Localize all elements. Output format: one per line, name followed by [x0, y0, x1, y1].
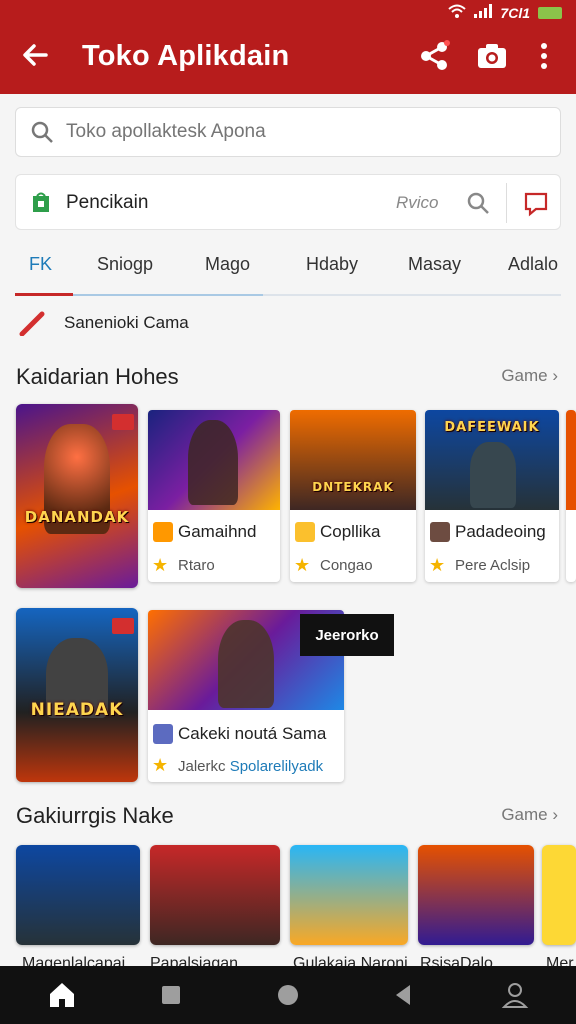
tab-adlalo[interactable]: Adlalo: [508, 254, 558, 275]
profile-icon[interactable]: [500, 980, 530, 1010]
store-icon: [33, 192, 49, 212]
game-thumbnail: DAFEEWAIK: [425, 410, 559, 510]
search-icon: [31, 121, 53, 143]
search-box[interactable]: [15, 107, 561, 157]
game-card[interactable]: Gamaihnd ★ Rtaro: [148, 410, 280, 582]
hero-figure: [470, 442, 516, 508]
battery-icon: [538, 6, 562, 19]
filter-label: Pencikain: [66, 192, 149, 213]
camera-icon[interactable]: [476, 40, 508, 72]
section-title: Gakiurrgis Nake: [16, 803, 174, 828]
section-more-link[interactable]: Game ›: [501, 366, 558, 386]
divider: [506, 183, 507, 223]
page-title: Toko Aplikdain: [82, 40, 290, 72]
section-title: Kaidarian Hohes: [16, 364, 179, 389]
hero-figure: [188, 420, 238, 505]
back-arrow-icon[interactable]: [18, 38, 52, 72]
filter-bar[interactable]: Pencikain Rvico: [15, 174, 561, 230]
app-icon: [430, 522, 450, 542]
badge-icon: [112, 618, 134, 634]
game-name: Padadeoing: [455, 522, 546, 541]
game-cover-large[interactable]: DANANDAK: [16, 404, 138, 588]
app-icon: [153, 522, 173, 542]
game-cover[interactable]: [290, 845, 408, 945]
home-circle-icon[interactable]: [273, 980, 303, 1010]
filter-side-text: Rvico: [396, 193, 439, 212]
cover-title: DNTEKRAK: [312, 480, 394, 494]
cover-title: DAFEEWAIK: [444, 420, 540, 435]
tab-hdaby[interactable]: Hdaby: [306, 254, 358, 275]
active-tab-indicator: [15, 293, 73, 296]
game-card-peek[interactable]: [566, 410, 576, 582]
clock: 7Cl1: [500, 4, 530, 21]
section-more-label: Game: [501, 366, 548, 385]
tab-bar: FK Sniogp Mago Hdaby Masay Adlalo: [15, 240, 561, 296]
cover-title: DANANDAK: [24, 508, 130, 526]
star-icon: ★: [429, 555, 446, 575]
promo-text: Sanenioki Cama: [64, 313, 189, 332]
app-icon: [295, 522, 315, 542]
game-name: Cakeki noutá Sama: [178, 724, 327, 743]
share-icon[interactable]: [418, 40, 450, 72]
game-subtitle: Rtaro: [178, 557, 215, 574]
game-name: Copllika: [320, 522, 381, 541]
game-subtitle-text: Jalerkc: [178, 758, 226, 775]
game-name: Gamaihnd: [178, 522, 257, 541]
game-cover-large[interactable]: NIEADAK: [16, 608, 138, 782]
game-subtitle: Pere Aclsip: [455, 557, 531, 574]
search-input[interactable]: [66, 121, 526, 143]
home-icon[interactable]: [47, 980, 77, 1010]
badge-icon: [112, 414, 134, 430]
game-cover[interactable]: [150, 845, 280, 945]
game-thumbnail: [566, 410, 576, 510]
more-vert-icon[interactable]: [528, 40, 560, 72]
pencil-icon: [19, 311, 45, 336]
floating-logo-tile[interactable]: Jeerorko: [300, 614, 394, 656]
status-bar: 7Cl1: [448, 4, 562, 21]
section-more-label: Game: [501, 805, 548, 824]
hero-figure: [218, 620, 274, 708]
game-cover[interactable]: [418, 845, 534, 945]
game-thumbnail: DNTEKRAK: [290, 410, 416, 510]
star-icon: ★: [152, 555, 169, 575]
wifi-icon: [448, 4, 467, 21]
tab-mago[interactable]: Mago: [205, 254, 250, 275]
star-icon: ★: [294, 555, 311, 575]
tab-scroll-indicator: [73, 294, 263, 296]
tab-sniogp[interactable]: Sniogp: [97, 254, 153, 275]
signal-icon: [474, 4, 493, 21]
message-icon[interactable]: [523, 191, 549, 217]
back-triangle-icon[interactable]: [388, 980, 418, 1010]
game-card[interactable]: DNTEKRAK Copllika ★ Congao: [290, 410, 416, 582]
tab-fk[interactable]: FK: [29, 254, 52, 275]
tab-masay[interactable]: Masay: [408, 254, 461, 275]
game-subtitle: Jalerkc Spolarelilyadk: [178, 758, 323, 775]
recents-square-icon[interactable]: [156, 980, 186, 1010]
game-cover[interactable]: [16, 845, 140, 945]
app-icon: [153, 724, 173, 744]
game-card[interactable]: DAFEEWAIK Padadeoing ★ Pere Aclsip: [425, 410, 559, 582]
promo-banner[interactable]: Sanenioki Cama: [18, 308, 189, 338]
game-cover[interactable]: [542, 845, 576, 945]
game-subtitle: Congao: [320, 557, 373, 574]
app-bar: 7Cl1 Toko Aplikdain: [0, 0, 576, 94]
search-icon[interactable]: [466, 191, 490, 215]
cover-title: NIEADAK: [30, 700, 124, 720]
system-nav-bar: [0, 966, 576, 1024]
star-icon: ★: [152, 755, 169, 775]
section-more-link[interactable]: Game ›: [501, 805, 558, 825]
game-thumbnail: [148, 410, 280, 510]
game-link[interactable]: Spolarelilyadk: [230, 758, 323, 775]
